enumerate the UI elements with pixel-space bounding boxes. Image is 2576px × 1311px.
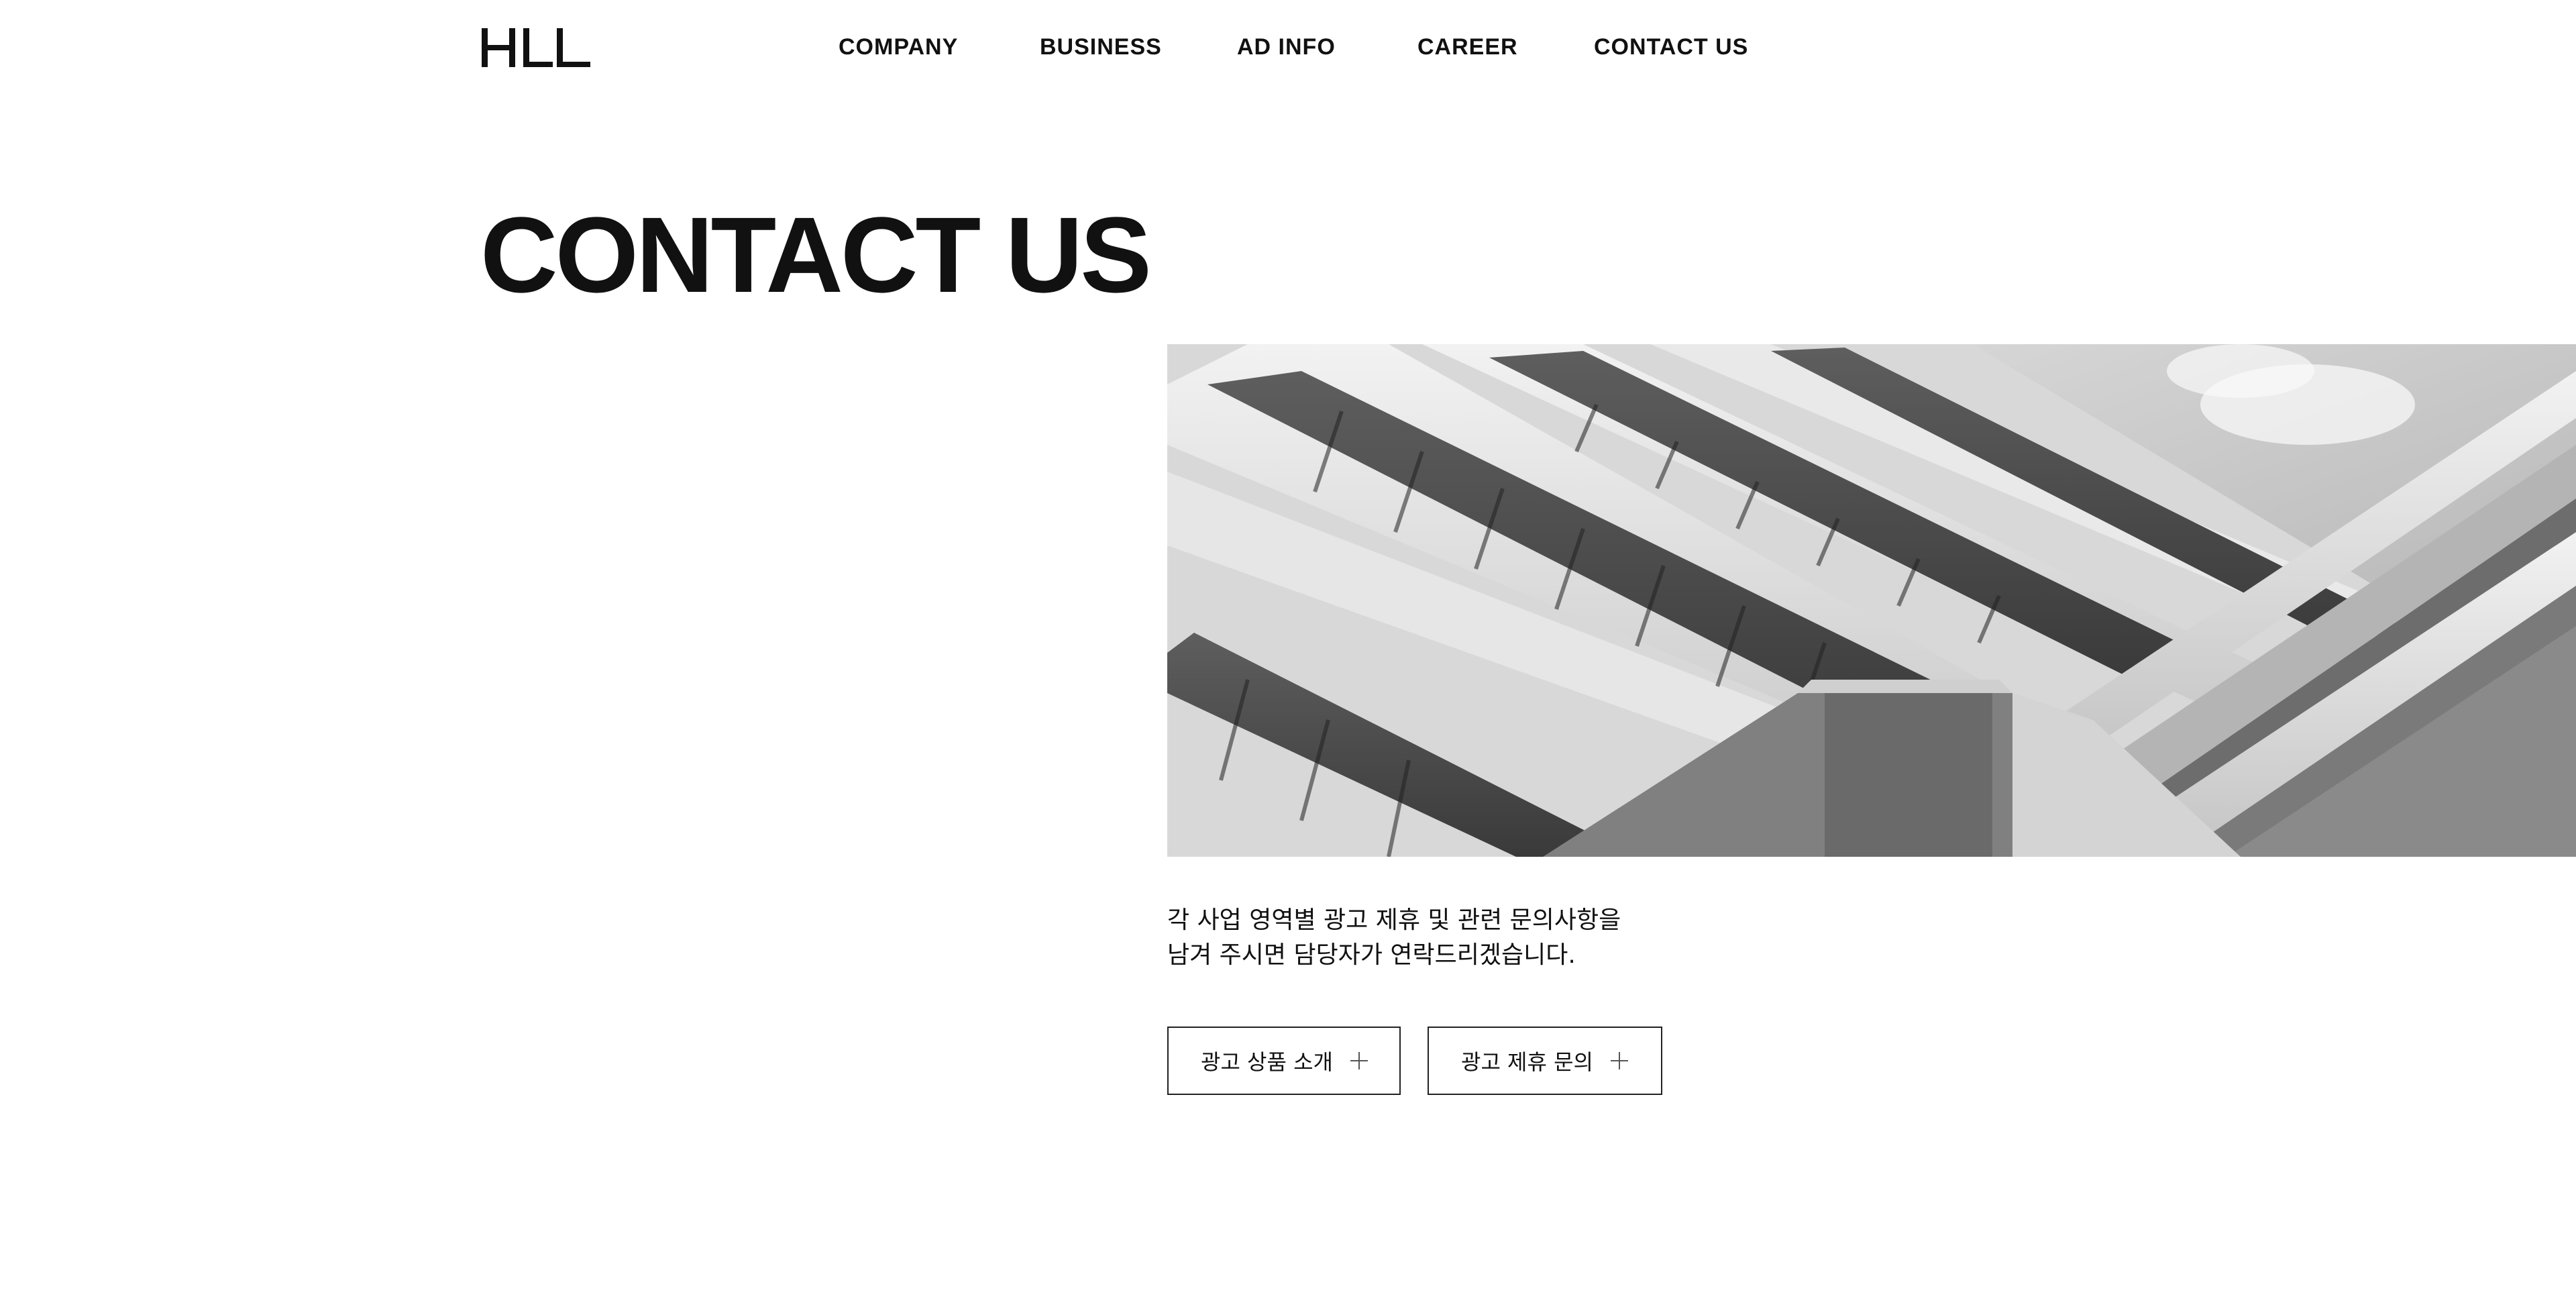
page-title: CONTACT US: [480, 195, 1152, 315]
contact-description: 각 사업 영역별 광고 제휴 및 관련 문의사항을 남겨 주시면 담당자가 연락…: [1167, 903, 1621, 973]
building-photo: [1167, 344, 2576, 857]
ad-products-button-label: 광고 상품 소개: [1201, 1049, 1333, 1075]
plus-icon: [1610, 1052, 1628, 1069]
description-line-1: 각 사업 영역별 광고 제휴 및 관련 문의사항을: [1167, 906, 1621, 934]
ad-products-button[interactable]: 광고 상품 소개: [1167, 1027, 1401, 1095]
ad-partnership-button[interactable]: 광고 제휴 문의: [1428, 1027, 1662, 1095]
nav-career[interactable]: CAREER: [1417, 31, 1518, 63]
ad-partnership-button-label: 광고 제휴 문의: [1461, 1049, 1593, 1075]
description-line-2: 남겨 주시면 담당자가 연락드리겠습니다.: [1167, 941, 1576, 969]
nav-contact-us[interactable]: CONTACT US: [1594, 31, 1748, 63]
nav-business[interactable]: BUSINESS: [1040, 31, 1162, 63]
nav-company[interactable]: COMPANY: [839, 31, 958, 63]
plus-icon: [1350, 1052, 1368, 1069]
main-nav: COMPANY BUSINESS AD INFO CAREER CONTACT …: [0, 31, 2576, 63]
nav-ad-info[interactable]: AD INFO: [1237, 31, 1336, 63]
page: COMPANY BUSINESS AD INFO CAREER CONTACT …: [0, 0, 2576, 1311]
